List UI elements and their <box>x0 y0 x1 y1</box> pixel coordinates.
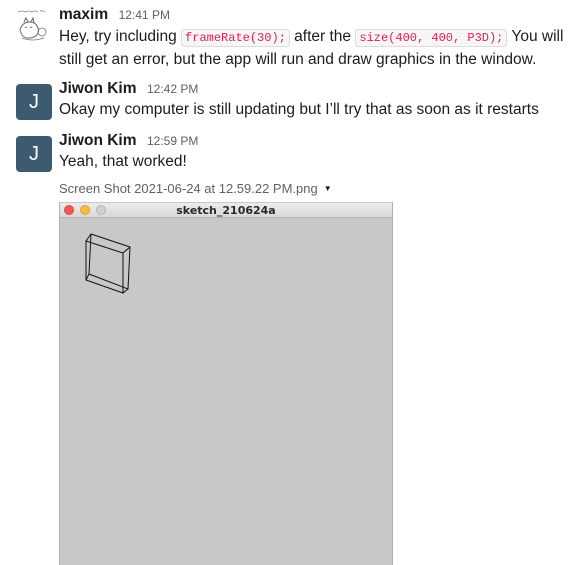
inline-code: frameRate(30); <box>181 29 290 47</box>
caret-down-icon[interactable]: ▼ <box>324 184 332 193</box>
message-text: Hey, try including frameRate(30); after … <box>59 26 566 71</box>
sleeping-cat-sketch-icon[interactable] <box>16 8 52 44</box>
message-header: maxim 12:41 PM <box>59 6 170 24</box>
avatar[interactable]: J <box>16 136 52 172</box>
attachment-filename[interactable]: Screen Shot 2021-06-24 at 12.59.22 PM.pn… <box>59 181 332 196</box>
message-header: Jiwon Kim 12:59 PM <box>59 132 198 150</box>
message-text-segment: Hey, try including <box>59 28 182 45</box>
timestamp[interactable]: 12:41 PM <box>119 8 170 22</box>
message-text: Okay my computer is still updating but I… <box>59 101 539 118</box>
message-text: Yeah, that worked! <box>59 153 187 170</box>
wireframe-cube <box>85 233 131 294</box>
message-jiwon-2: J Jiwon Kim 12:59 PM Yeah, that worked! <box>0 132 580 176</box>
message-text-segment: after the <box>289 28 356 45</box>
timestamp[interactable]: 12:59 PM <box>147 134 198 148</box>
attachment-image[interactable]: sketch_210624a <box>59 202 393 565</box>
message-maxim: maxim 12:41 PM Hey, try including frameR… <box>0 6 580 70</box>
message-header: Jiwon Kim 12:42 PM <box>59 80 198 98</box>
sender-name[interactable]: Jiwon Kim <box>59 80 137 97</box>
sender-name[interactable]: Jiwon Kim <box>59 132 137 149</box>
avatar[interactable]: J <box>16 84 52 120</box>
attachment-filename-text[interactable]: Screen Shot 2021-06-24 at 12.59.22 PM.pn… <box>59 181 318 196</box>
timestamp[interactable]: 12:42 PM <box>147 82 198 96</box>
message-jiwon-1: J Jiwon Kim 12:42 PM Okay my computer is… <box>0 80 580 124</box>
sender-name[interactable]: maxim <box>59 6 108 23</box>
inline-code: size(400, 400, P3D); <box>355 29 508 47</box>
